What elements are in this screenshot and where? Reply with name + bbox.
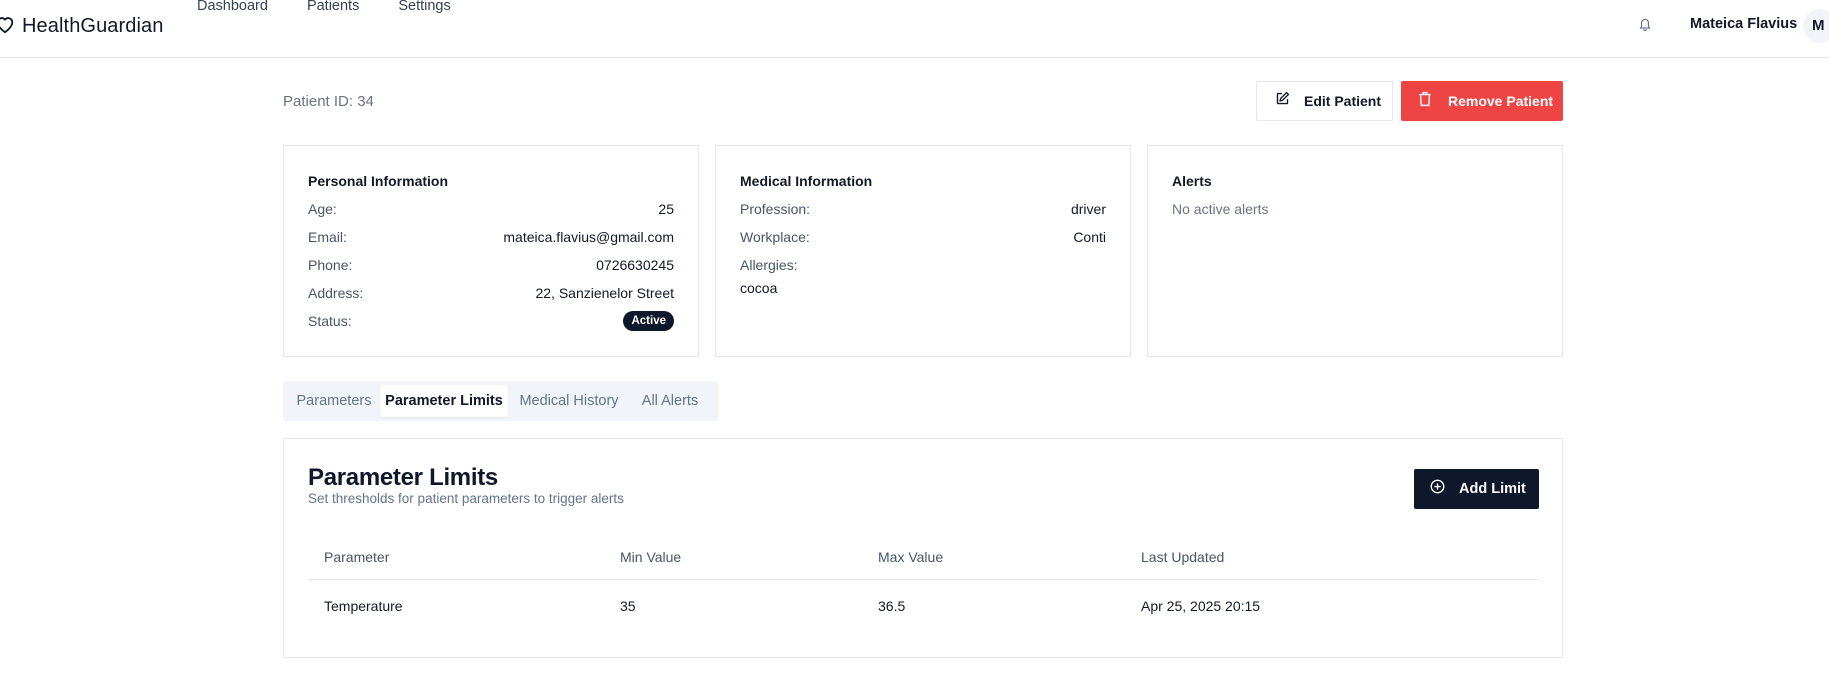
nav-dashboard[interactable]: Dashboard xyxy=(197,0,268,14)
tab-parameters[interactable]: Parameters xyxy=(293,385,375,417)
cell-min-value: 35 xyxy=(620,598,636,614)
nav-patients[interactable]: Patients xyxy=(307,0,359,14)
table-row[interactable]: Temperature 35 36.5 Apr 25, 2025 20:15 xyxy=(308,581,1539,631)
main-nav: Dashboard Patients Settings xyxy=(197,0,451,14)
top-bar: HealthGuardian Dashboard Patients Settin… xyxy=(0,0,1829,58)
column-header[interactable]: Parameter xyxy=(324,549,389,565)
edit-patient-button[interactable]: Edit Patient xyxy=(1256,81,1393,121)
add-limit-label: Add Limit xyxy=(1459,481,1526,497)
profession-label: Profession: xyxy=(740,201,811,217)
phone-row: Phone: 0726630245 xyxy=(308,255,674,275)
email-value: mateica.flavius@gmail.com xyxy=(503,229,674,245)
personal-info-card: Personal Information Age: 25 Email: mate… xyxy=(283,145,699,357)
column-header[interactable]: Min Value xyxy=(620,549,681,565)
remove-patient-label: Remove Patient xyxy=(1448,93,1554,109)
card-title: Medical Information xyxy=(740,173,873,189)
tab-medical-history[interactable]: Medical History xyxy=(513,385,625,417)
app-name: HealthGuardian xyxy=(22,15,164,37)
status-row: Status: Active xyxy=(308,311,674,331)
phone-label: Phone: xyxy=(308,257,353,273)
status-badge: Active xyxy=(623,311,674,331)
parameter-limits-panel: Parameter Limits Set thresholds for pati… xyxy=(283,438,1563,658)
address-label: Address: xyxy=(308,285,364,301)
card-title: Alerts xyxy=(1172,173,1212,189)
plus-circle-icon xyxy=(1430,479,1445,499)
workplace-row: Workplace: Conti xyxy=(740,227,1106,247)
phone-value: 0726630245 xyxy=(596,257,674,273)
trash-icon xyxy=(1418,91,1432,112)
profession-row: Profession: driver xyxy=(740,199,1106,219)
edit-icon xyxy=(1275,91,1290,111)
cell-last-updated: Apr 25, 2025 20:15 xyxy=(1141,598,1261,614)
cell-max-value: 36.5 xyxy=(878,598,906,614)
tab-all-alerts[interactable]: All Alerts xyxy=(630,385,710,417)
workplace-value: Conti xyxy=(1073,229,1106,245)
tab-list: Parameters Parameter Limits Medical Hist… xyxy=(283,381,718,421)
tab-parameter-limits[interactable]: Parameter Limits xyxy=(380,385,508,417)
workplace-label: Workplace: xyxy=(740,229,810,245)
alerts-card: Alerts No active alerts xyxy=(1147,145,1563,357)
brand[interactable]: HealthGuardian xyxy=(0,14,164,39)
allergies-row: Allergies: xyxy=(740,255,1106,275)
user-name[interactable]: Mateica Flavius xyxy=(1690,16,1797,32)
age-value: 25 xyxy=(658,201,674,217)
no-alerts-text: No active alerts xyxy=(1172,201,1269,217)
heart-icon xyxy=(0,14,16,39)
nav-settings[interactable]: Settings xyxy=(398,0,450,14)
status-label: Status: xyxy=(308,313,352,329)
remove-patient-button[interactable]: Remove Patient xyxy=(1401,81,1563,121)
column-header[interactable]: Last Updated xyxy=(1141,549,1224,565)
table-header: Parameter Min Value Max Value Last Updat… xyxy=(308,534,1539,580)
address-row: Address: 22, Sanzienelor Street xyxy=(308,283,674,303)
age-label: Age: xyxy=(308,201,337,217)
medical-info-card: Medical Information Profession: driver W… xyxy=(715,145,1131,357)
address-value: 22, Sanzienelor Street xyxy=(535,285,674,301)
add-limit-button[interactable]: Add Limit xyxy=(1414,469,1539,509)
column-header[interactable]: Max Value xyxy=(878,549,943,565)
allergies-label: Allergies: xyxy=(740,257,798,273)
panel-title: Parameter Limits xyxy=(308,464,498,491)
panel-subtitle: Set thresholds for patient parameters to… xyxy=(308,491,624,506)
avatar[interactable]: M xyxy=(1803,9,1829,43)
profession-value: driver xyxy=(1070,201,1106,217)
age-row: Age: 25 xyxy=(308,199,674,219)
cell-parameter: Temperature xyxy=(324,598,403,614)
bell-icon[interactable] xyxy=(1638,16,1652,37)
allergies-value: cocoa xyxy=(740,280,778,296)
card-title: Personal Information xyxy=(308,173,449,189)
patient-id: Patient ID: 34 xyxy=(283,93,374,110)
email-row: Email: mateica.flavius@gmail.com xyxy=(308,227,674,247)
email-label: Email: xyxy=(308,229,347,245)
edit-patient-label: Edit Patient xyxy=(1304,93,1382,109)
